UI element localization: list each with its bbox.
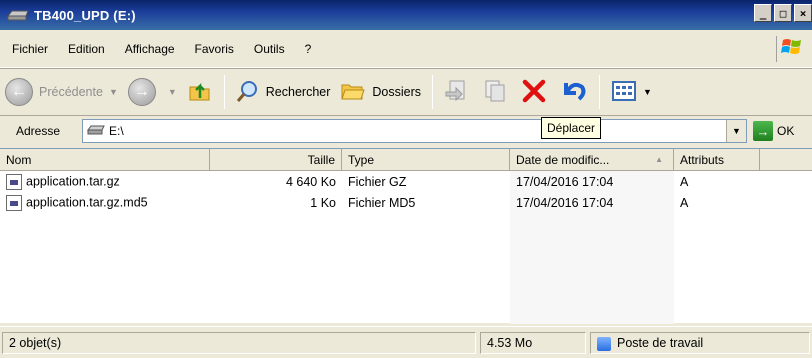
back-dropdown-icon[interactable]: ▼ — [109, 87, 118, 97]
folders-icon — [340, 79, 366, 106]
address-label: Adresse — [16, 124, 61, 138]
undo-icon — [558, 77, 588, 108]
toolbar-separator — [599, 75, 601, 109]
up-folder-button[interactable] — [182, 72, 218, 112]
search-icon — [236, 79, 260, 106]
go-label: OK — [777, 124, 795, 138]
column-date[interactable]: Date de modific... ▲ — [510, 149, 674, 171]
menu-affichage[interactable]: Affichage — [115, 37, 185, 61]
maximize-button[interactable]: □ — [774, 4, 792, 22]
move-to-button[interactable] — [439, 72, 477, 112]
drive-icon — [87, 124, 105, 139]
folders-label: Dossiers — [372, 85, 422, 99]
file-name-cell: application.tar.gz.md5 — [0, 194, 210, 211]
drive-icon — [6, 8, 32, 22]
window-title: TB400_UPD (E:) — [34, 7, 136, 23]
file-type: Fichier GZ — [348, 174, 407, 189]
folders-button[interactable]: Dossiers — [335, 72, 426, 112]
address-input[interactable]: E:\ ▼ — [82, 119, 747, 143]
back-label: Précédente — [39, 85, 103, 99]
file-name: application.tar.gz.md5 — [26, 194, 148, 209]
status-size: 4.53 Mo — [480, 332, 586, 354]
back-arrow-icon: ← — [5, 78, 33, 106]
menu-outils[interactable]: Outils — [244, 37, 295, 61]
folder-up-icon — [187, 78, 213, 107]
delete-button[interactable] — [515, 72, 553, 112]
menu-edition[interactable]: Edition — [58, 37, 115, 61]
views-icon — [611, 79, 637, 106]
back-button[interactable]: ← Précédente ▼ — [0, 72, 123, 112]
table-row[interactable]: application.tar.gz.md5 1 Ko Fichier MD5 … — [0, 192, 812, 213]
minimize-button[interactable]: _ — [754, 4, 772, 22]
column-date-label: Date de modific... — [516, 153, 610, 167]
column-empty — [760, 149, 812, 171]
forward-button[interactable]: → ▼ — [123, 72, 182, 112]
tooltip: Déplacer — [541, 117, 602, 139]
computer-icon — [597, 336, 611, 351]
go-arrow-icon: → — [753, 121, 773, 141]
search-button[interactable]: Rechercher — [231, 72, 336, 112]
column-size[interactable]: Taille — [210, 149, 342, 171]
views-dropdown-icon[interactable]: ▼ — [643, 87, 652, 97]
menu-help[interactable]: ? — [295, 37, 322, 61]
address-dropdown-icon[interactable]: ▼ — [726, 120, 746, 142]
column-header: Nom Taille Type Date de modific... ▲ Att… — [0, 149, 812, 171]
status-bar: 2 objet(s) 4.53 Mo Poste de travail — [0, 326, 812, 358]
md5-file-icon — [6, 194, 22, 211]
go-button[interactable]: → OK — [753, 121, 794, 141]
column-type[interactable]: Type — [342, 149, 510, 171]
column-attributes[interactable]: Attributs — [674, 149, 760, 171]
file-size: 1 Ko — [310, 195, 336, 210]
copy-to-button[interactable] — [477, 72, 515, 112]
file-attributes: A — [680, 174, 689, 189]
status-location-label: Poste de travail — [617, 336, 704, 350]
address-bar: Adresse E:\ ▼ → OK — [0, 116, 812, 146]
status-object-count: 2 objet(s) — [2, 332, 476, 354]
title-bar: TB400_UPD (E:) _ □ × — [0, 0, 812, 30]
file-size: 4 640 Ko — [285, 174, 336, 189]
address-value: E:\ — [109, 124, 124, 138]
file-date: 17/04/2016 17:04 — [516, 195, 614, 210]
file-list: Nom Taille Type Date de modific... ▲ Att… — [0, 148, 812, 324]
menu-fichier[interactable]: Fichier — [0, 37, 58, 61]
views-button[interactable]: ▼ — [606, 72, 657, 112]
delete-icon — [520, 77, 548, 108]
undo-button[interactable] — [553, 72, 593, 112]
file-attributes: A — [680, 195, 689, 210]
column-name[interactable]: Nom — [0, 149, 210, 171]
forward-dropdown-icon[interactable]: ▼ — [168, 87, 177, 97]
file-date: 17/04/2016 17:04 — [516, 174, 614, 189]
file-type: Fichier MD5 — [348, 195, 416, 210]
windows-logo-icon — [776, 36, 802, 62]
toolbar: ← Précédente ▼ → ▼ Rechercher Dossiers ▼ — [0, 68, 812, 116]
menu-bar: Fichier Edition Affichage Favoris Outils… — [0, 30, 812, 68]
toolbar-separator — [223, 75, 225, 109]
menu-favoris[interactable]: Favoris — [185, 37, 244, 61]
forward-arrow-icon: → — [127, 78, 156, 106]
file-name: application.tar.gz — [26, 173, 120, 188]
sort-arrow-icon: ▲ — [655, 155, 663, 164]
file-name-cell: application.tar.gz — [0, 173, 210, 190]
table-row[interactable]: application.tar.gz 4 640 Ko Fichier GZ 1… — [0, 171, 812, 192]
status-location: Poste de travail — [590, 332, 810, 354]
toolbar-separator — [432, 75, 434, 109]
close-button[interactable]: × — [794, 4, 812, 22]
search-label: Rechercher — [265, 85, 331, 99]
copy-to-icon — [482, 78, 510, 107]
archive-file-icon — [6, 173, 22, 190]
move-to-icon — [444, 78, 472, 107]
